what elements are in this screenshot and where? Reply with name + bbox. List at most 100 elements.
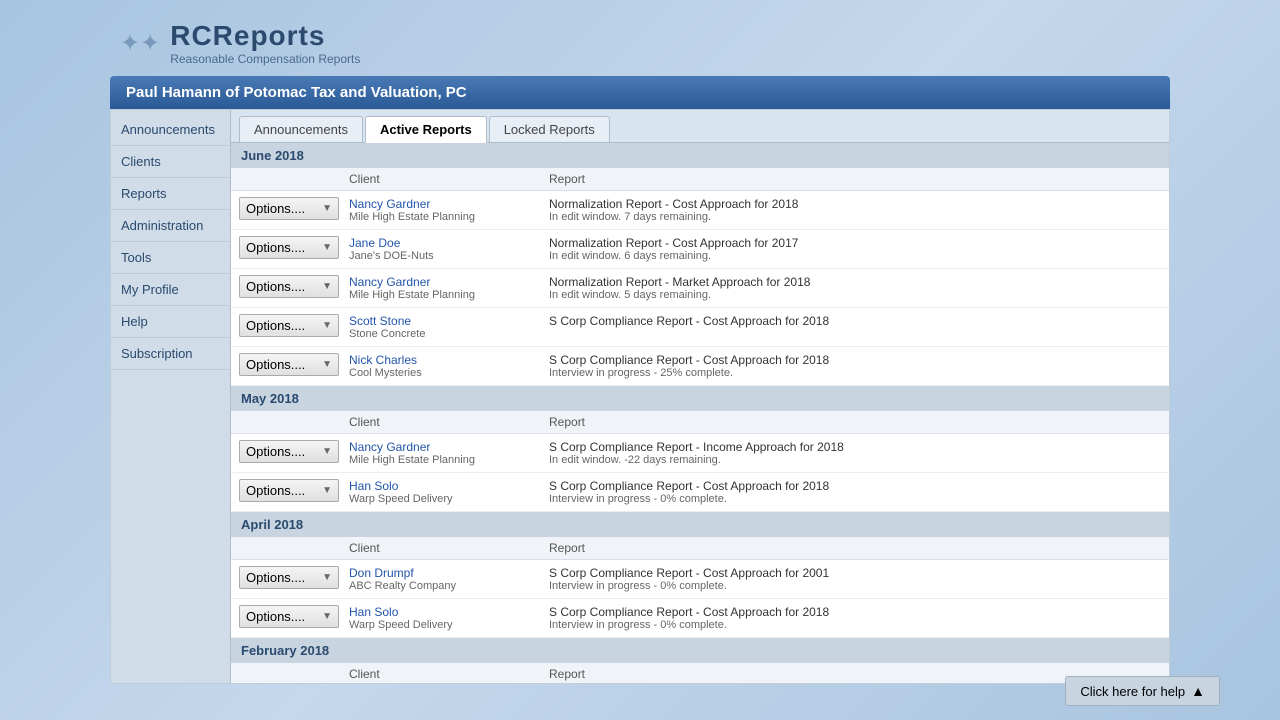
client-name-link[interactable]: Nick Charles [349,353,549,367]
options-label: Options.... [246,570,305,585]
report-title: S Corp Compliance Report - Cost Approach… [549,314,1161,328]
tab-active-reports[interactable]: Active Reports [365,116,487,143]
col-header-client: Client [349,172,549,186]
client-company: Cool Mysteries [349,367,549,379]
user-header-bar: Paul Hamann of Potomac Tax and Valuation… [110,76,1170,109]
col-header-client: Client [349,541,549,555]
tabs-bar: Announcements Active Reports Locked Repo… [231,110,1169,143]
sidebar-item-subscription[interactable]: Subscription [111,338,230,370]
options-button[interactable]: Options.... ▼ [239,566,339,589]
section-header-june-2018: June 2018 [231,143,1169,168]
report-status: Interview in progress - 0% complete. [549,580,1161,592]
table-header-june-2018: Client Report [231,168,1169,191]
section-header-february-2018: February 2018 [231,638,1169,663]
client-company: Jane's DOE-Nuts [349,250,549,262]
sidebar-item-administration[interactable]: Administration [111,210,230,242]
report-title: Normalization Report - Cost Approach for… [549,197,1161,211]
options-button[interactable]: Options.... ▼ [239,605,339,628]
col-header-report: Report [549,541,1161,555]
report-title: Normalization Report - Market Approach f… [549,275,1161,289]
report-status: Interview in progress - 0% complete. [549,493,1161,505]
client-name-link[interactable]: Han Solo [349,605,549,619]
report-title: S Corp Compliance Report - Income Approa… [549,440,1161,454]
table-row: Options.... ▼ Nancy Gardner Mile High Es… [231,191,1169,230]
col-header-client: Client [349,415,549,429]
client-name-link[interactable]: Nancy Gardner [349,197,549,211]
dropdown-arrow-icon: ▼ [322,242,332,253]
table-row: Options.... ▼ Nancy Gardner Mile High Es… [231,434,1169,473]
client-company: Mile High Estate Planning [349,211,549,223]
reports-area: June 2018 Client Report Options.... ▼ Na… [231,143,1169,683]
content-area: Announcements Active Reports Locked Repo… [231,110,1169,683]
client-name-link[interactable]: Nancy Gardner [349,275,549,289]
sidebar-item-reports[interactable]: Reports [111,178,230,210]
client-company: Warp Speed Delivery [349,493,549,505]
report-status: In edit window. 7 days remaining. [549,211,1161,223]
client-name-link[interactable]: Han Solo [349,479,549,493]
app-title: RCReports [170,20,360,52]
report-title: Normalization Report - Cost Approach for… [549,236,1161,250]
client-name-link[interactable]: Scott Stone [349,314,549,328]
sidebar-item-help[interactable]: Help [111,306,230,338]
sidebar-item-my-profile[interactable]: My Profile [111,274,230,306]
logo-star-icon: ✦✦ [120,29,160,58]
options-button[interactable]: Options.... ▼ [239,275,339,298]
col-header-options [239,541,349,555]
tab-locked-reports[interactable]: Locked Reports [489,116,610,142]
sidebar-item-tools[interactable]: Tools [111,242,230,274]
options-label: Options.... [246,240,305,255]
section-header-april-2018: April 2018 [231,512,1169,537]
report-title: S Corp Compliance Report - Cost Approach… [549,353,1161,367]
sidebar-item-clients[interactable]: Clients [111,146,230,178]
client-company: Mile High Estate Planning [349,289,549,301]
options-label: Options.... [246,357,305,372]
app-header: ✦✦ RCReports Reasonable Compensation Rep… [110,10,1170,76]
table-row: Options.... ▼ Scott Stone Stone Concrete… [231,308,1169,347]
options-button[interactable]: Options.... ▼ [239,197,339,220]
client-name-link[interactable]: Don Drumpf [349,566,549,580]
options-label: Options.... [246,444,305,459]
options-label: Options.... [246,318,305,333]
col-header-options [239,172,349,186]
client-company: ABC Realty Company [349,580,549,592]
help-button[interactable]: Click here for help ▲ [1065,676,1220,706]
client-company: Stone Concrete [349,328,549,340]
table-row: Options.... ▼ Han Solo Warp Speed Delive… [231,473,1169,512]
report-status: In edit window. -22 days remaining. [549,454,1161,466]
client-name-link[interactable]: Jane Doe [349,236,549,250]
client-company: Warp Speed Delivery [349,619,549,631]
tab-announcements[interactable]: Announcements [239,116,363,142]
logo-area: ✦✦ RCReports Reasonable Compensation Rep… [120,20,360,66]
report-title: S Corp Compliance Report - Cost Approach… [549,605,1161,619]
col-header-options [239,667,349,681]
options-button[interactable]: Options.... ▼ [239,353,339,376]
report-status: In edit window. 5 days remaining. [549,289,1161,301]
table-header-february-2018: Client Report [231,663,1169,683]
report-status: Interview in progress - 0% complete. [549,619,1161,631]
options-label: Options.... [246,483,305,498]
options-label: Options.... [246,609,305,624]
table-row: Options.... ▼ Don Drumpf ABC Realty Comp… [231,560,1169,599]
sidebar-item-announcements[interactable]: Announcements [111,114,230,146]
dropdown-arrow-icon: ▼ [322,446,332,457]
options-button[interactable]: Options.... ▼ [239,479,339,502]
dropdown-arrow-icon: ▼ [322,359,332,370]
report-status: In edit window. 6 days remaining. [549,250,1161,262]
options-button[interactable]: Options.... ▼ [239,440,339,463]
options-button[interactable]: Options.... ▼ [239,236,339,259]
col-header-report: Report [549,172,1161,186]
section-header-may-2018: May 2018 [231,386,1169,411]
sidebar: Announcements Clients Reports Administra… [111,110,231,683]
dropdown-arrow-icon: ▼ [322,611,332,622]
dropdown-arrow-icon: ▼ [322,572,332,583]
col-header-options [239,415,349,429]
table-row: Options.... ▼ Han Solo Warp Speed Delive… [231,599,1169,638]
report-status: Interview in progress - 25% complete. [549,367,1161,379]
table-header-may-2018: Client Report [231,411,1169,434]
dropdown-arrow-icon: ▼ [322,320,332,331]
options-button[interactable]: Options.... ▼ [239,314,339,337]
table-row: Options.... ▼ Nick Charles Cool Mysterie… [231,347,1169,386]
table-row: Options.... ▼ Nancy Gardner Mile High Es… [231,269,1169,308]
dropdown-arrow-icon: ▼ [322,203,332,214]
client-name-link[interactable]: Nancy Gardner [349,440,549,454]
